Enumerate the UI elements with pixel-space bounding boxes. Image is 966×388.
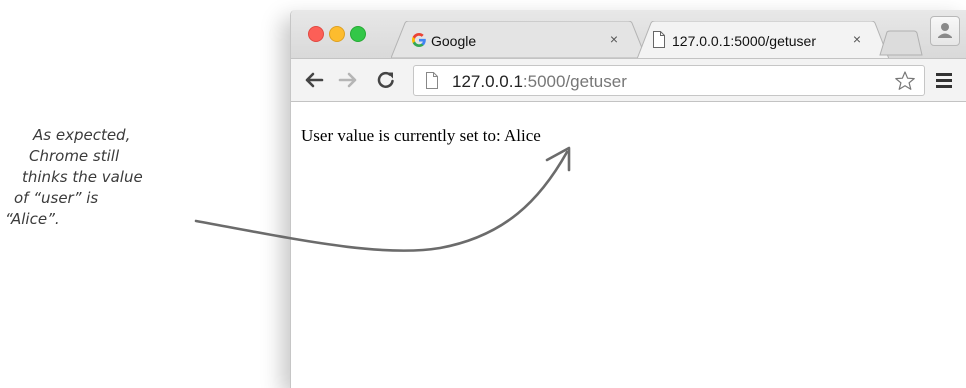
browser-window: Google × 127.0.0.1:5000/getuser × 127.0.…: [290, 10, 966, 388]
profile-button[interactable]: [930, 16, 960, 46]
forward-arrow-icon[interactable]: [337, 69, 359, 91]
reload-icon[interactable]: [375, 69, 397, 91]
zoom-window-button[interactable]: [350, 26, 366, 42]
annotation-line: thinks the value: [22, 168, 143, 186]
tab-strip: Google × 127.0.0.1:5000/getuser ×: [291, 10, 966, 59]
url-path: :5000/getuser: [522, 72, 627, 91]
person-icon: [938, 23, 952, 38]
close-tab-icon[interactable]: ×: [849, 31, 865, 47]
back-arrow-icon[interactable]: [303, 69, 325, 91]
annotation-line: “Alice”.: [5, 210, 60, 228]
url-host: 127.0.0.1: [452, 72, 523, 91]
minimize-window-button[interactable]: [329, 26, 345, 42]
page-content: User value is currently set to: Alice: [291, 102, 966, 388]
tab-title: Google: [431, 33, 477, 49]
close-tab-icon[interactable]: ×: [606, 31, 622, 47]
url-text[interactable]: 127.0.0.1:5000/getuser: [452, 72, 627, 92]
bookmark-star-icon[interactable]: [894, 70, 916, 92]
toolbar: 127.0.0.1:5000/getuser: [291, 58, 966, 102]
page-text: User value is currently set to: Alice: [301, 126, 541, 145]
tab-title: 127.0.0.1:5000/getuser: [672, 33, 817, 49]
annotation-line: Chrome still: [29, 147, 120, 165]
address-bar[interactable]: 127.0.0.1:5000/getuser: [413, 65, 925, 96]
annotation-line: As expected,: [33, 126, 131, 144]
annotation-line: of “user” is: [14, 189, 99, 207]
page-icon: [653, 31, 665, 48]
tab-getuser[interactable]: 127.0.0.1:5000/getuser ×: [637, 21, 889, 59]
tab-google[interactable]: Google ×: [391, 21, 646, 58]
new-tab-button[interactable]: [879, 30, 923, 56]
google-g-icon: [412, 33, 426, 47]
page-icon: [426, 72, 438, 89]
menu-icon[interactable]: [935, 70, 953, 90]
close-window-button[interactable]: [308, 26, 324, 42]
